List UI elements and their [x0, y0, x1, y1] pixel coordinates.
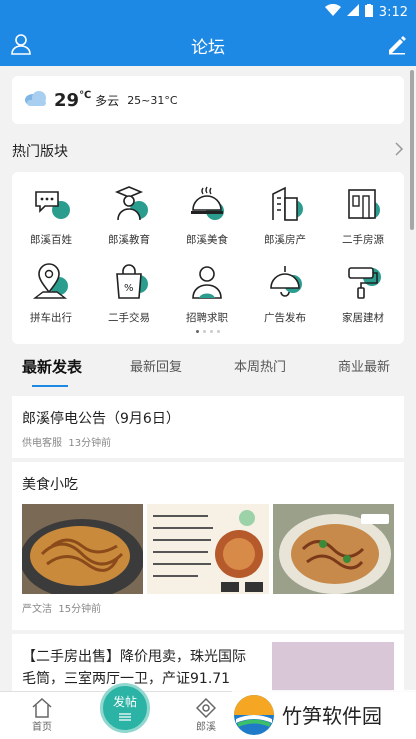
board-label: 家居建材: [342, 312, 384, 324]
board-item-4[interactable]: 郎溪房产: [246, 172, 324, 252]
tab-weekly-hot[interactable]: 本周热门: [208, 350, 312, 390]
paint-roller-icon: [348, 267, 381, 299]
watermark-text: 竹笋软件园: [282, 704, 382, 728]
tab-latest[interactable]: 最新发表: [0, 350, 104, 390]
page-title: 论坛: [191, 37, 225, 58]
buildings-icon: [272, 186, 303, 221]
board-item-5[interactable]: 二手房源: [324, 172, 402, 252]
clock: 3:12: [378, 4, 408, 20]
post-thumbnail[interactable]: [272, 642, 394, 694]
weather-card[interactable]: 29℃ 多云 25~31°C: [12, 76, 404, 124]
publish-button[interactable]: 发帖: [100, 683, 150, 733]
signal-icon: [346, 4, 359, 20]
board-label: 郎溪美食: [186, 234, 228, 246]
post-title: 郎溪停电公告（9月6日）: [22, 411, 180, 427]
board-label: 拼车出行: [30, 312, 72, 324]
house-door-icon: [348, 189, 380, 219]
noodle-bowl-photo[interactable]: [272, 504, 394, 594]
svg-text:%: %: [124, 283, 134, 294]
chevron-right-icon[interactable]: [394, 142, 404, 160]
board-item-3[interactable]: 郎溪美食: [168, 172, 246, 252]
board-item-8[interactable]: 招聘求职: [168, 250, 246, 330]
cloud-icon: [24, 89, 48, 111]
app-bar: 论坛: [0, 24, 416, 66]
board-label: 郎溪教育: [108, 234, 150, 246]
noodle-photo[interactable]: [22, 504, 144, 594]
board-item-10[interactable]: 家居建材: [324, 250, 402, 330]
board-item-7[interactable]: % 二手交易: [90, 250, 168, 330]
shopping-bag-icon: %: [116, 264, 148, 299]
page-dot: [217, 330, 220, 333]
nav-third-label: 郎溪: [196, 722, 216, 733]
weather-condition: 多云: [95, 93, 120, 108]
food-cloche-icon: [191, 186, 224, 220]
home-icon: [32, 698, 52, 718]
pencil-icon[interactable]: [386, 33, 408, 59]
page-dot: [196, 330, 199, 333]
page-dot: [203, 330, 206, 333]
board-label: 广告发布: [264, 312, 306, 324]
board-item-1[interactable]: 郎溪百姓: [12, 172, 90, 252]
nav-third[interactable]: 郎溪: [176, 698, 236, 733]
weather-range: 25~31°C: [127, 93, 178, 107]
page-indicator: [196, 330, 220, 333]
board-label: 郎溪房产: [264, 234, 306, 246]
board-label: 二手房源: [342, 234, 384, 246]
scrollbar[interactable]: [410, 70, 414, 230]
feed-tabs: 最新发表 最新回复 本周热门 商业最新: [0, 350, 416, 390]
post-item[interactable]: 【二手房出售】降价甩卖，珠光国际毛筒，三室两厅一卫，产证91.71平，河稻清..…: [12, 634, 404, 694]
worker-icon: [192, 266, 222, 299]
post-item[interactable]: 郎溪停电公告（9月6日） 供电客服 13分钟前: [12, 396, 404, 458]
post-title: 美食小吃: [22, 477, 78, 493]
hot-boards-grid: 郎溪百姓 郎溪教育 郎溪美食 郎溪房产 二手房源 拼车出行 % 二手交易 招聘求…: [12, 172, 404, 344]
menu-photo[interactable]: [147, 504, 269, 594]
map-pin-icon: [32, 263, 68, 299]
wifi-icon: [324, 3, 341, 20]
graduate-icon: [114, 186, 148, 221]
status-bar: 3:12: [0, 0, 416, 24]
weather-temperature: 29℃: [54, 89, 92, 111]
hot-boards-header[interactable]: 热门版块: [12, 140, 404, 162]
person-icon[interactable]: [10, 33, 32, 59]
compass-icon: [196, 698, 216, 718]
menu-icon: [118, 710, 132, 724]
post-meta: 严文洁 15分钟前: [22, 604, 102, 615]
battery-icon: [364, 3, 373, 21]
post-title: 【二手房出售】降价甩卖，珠光国际毛筒，三室两厅一卫，产证91.71平，河稻清..…: [22, 649, 246, 694]
tab-business[interactable]: 商业最新: [312, 350, 416, 390]
page-dot: [210, 330, 213, 333]
board-item-9[interactable]: 广告发布: [246, 250, 324, 330]
board-label: 郎溪百姓: [30, 234, 72, 246]
post-images: [12, 494, 404, 594]
tab-latest-reply[interactable]: 最新回复: [104, 350, 208, 390]
speaker-icon: [270, 266, 302, 297]
chat-bubbles-icon: [35, 191, 70, 219]
nav-home-label: 首页: [32, 722, 52, 733]
publish-label: 发帖: [112, 694, 137, 709]
board-label: 招聘求职: [186, 312, 228, 324]
hot-boards-title: 热门版块: [12, 144, 68, 160]
board-item-6[interactable]: 拼车出行: [12, 250, 90, 330]
post-meta: 供电客服 13分钟前: [22, 438, 112, 449]
watermark: 竹笋软件园: [232, 690, 416, 739]
board-item-2[interactable]: 郎溪教育: [90, 172, 168, 252]
board-label: 二手交易: [108, 312, 150, 324]
post-item[interactable]: 美食小吃 严文洁 15分钟前: [12, 462, 404, 630]
watermark-logo-icon: [234, 694, 274, 735]
nav-home[interactable]: 首页: [12, 698, 72, 733]
